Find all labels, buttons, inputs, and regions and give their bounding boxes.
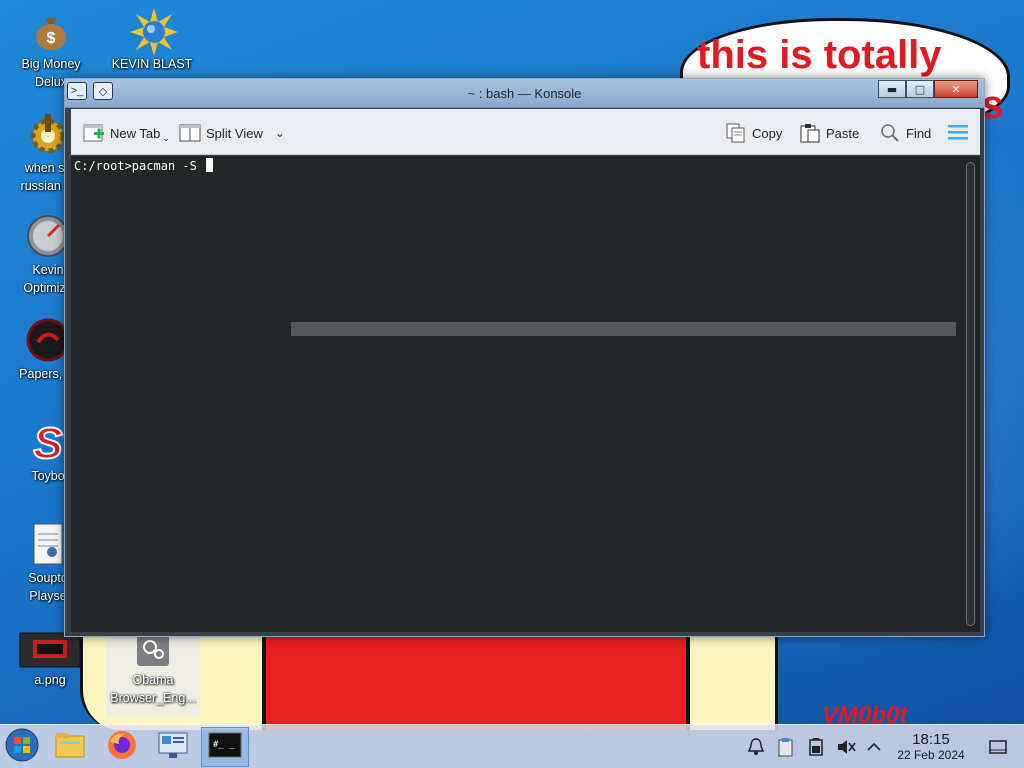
new-tab-icon [83, 123, 105, 143]
paste-label: Paste [826, 125, 860, 141]
desktop-icon-obama-browser[interactable]: Obama Browser_Eng... [106, 628, 200, 716]
clock-time: 18:15 [912, 731, 950, 748]
file-manager-icon [55, 731, 85, 764]
minimize-button[interactable]: ▬ [878, 80, 906, 98]
globe-burst-icon [130, 8, 178, 56]
start-button[interactable] [4, 728, 40, 767]
svg-text:S: S [33, 420, 62, 464]
new-tab-button[interactable]: New Tab ⌄ [83, 121, 170, 145]
svg-text:#_ _: #_ _ [213, 740, 235, 750]
close-button[interactable]: ✕ [934, 80, 978, 98]
copy-icon [725, 123, 747, 143]
text-cursor [206, 158, 214, 172]
desktop-icon-label: KEVIN BLAST [111, 57, 193, 71]
terminal-scrollbar[interactable] [966, 162, 975, 626]
split-view-icon [179, 123, 201, 143]
paste-icon [799, 123, 821, 143]
taskbar-file-manager[interactable] [52, 729, 88, 765]
copy-label: Copy [752, 125, 783, 141]
window-titlebar[interactable]: >_ ◇ ~ : bash — Konsole ▬ □ ✕ [65, 79, 984, 108]
start-orb-icon [5, 728, 39, 767]
image-file-icon [19, 632, 81, 668]
find-button[interactable]: Find [879, 121, 931, 145]
money-bag-icon: $ [29, 8, 73, 52]
taskbar-clock[interactable]: 18:15 22 Feb 2024 [886, 731, 976, 763]
wallpaper-drawing-red [262, 630, 690, 730]
search-icon [879, 123, 901, 143]
new-tab-label: New Tab [110, 125, 161, 141]
clock-date: 22 Feb 2024 [897, 748, 965, 762]
konsole-window[interactable]: >_ ◇ ~ : bash — Konsole ▬ □ ✕ New Tab ⌄ [64, 78, 985, 637]
window-controls: ▬ □ ✕ [878, 80, 978, 98]
battery-icon[interactable] [806, 737, 826, 757]
taskbar-konsole[interactable]: #_ _ [201, 727, 249, 767]
system-settings-icon [157, 730, 189, 765]
svg-text:$: $ [47, 30, 56, 47]
paste-button[interactable]: Paste [799, 121, 859, 145]
desktop: this is totally windows 7 guys VM0b0t $ … [0, 0, 1024, 768]
terminal-overlay-bar [291, 322, 956, 336]
split-view-label: Split View [206, 125, 263, 141]
konsole-toolbar: New Tab ⌄ Split View ⌄ Copy Paste Find [71, 109, 980, 155]
volume-muted-icon[interactable] [836, 737, 856, 757]
find-label: Find [906, 125, 932, 141]
split-view-button[interactable]: Split View ⌄ [179, 121, 285, 145]
chevron-down-icon[interactable]: ⌄ [275, 126, 285, 140]
clipboard-icon[interactable] [776, 737, 796, 757]
window-title: ~ : bash — Konsole [467, 86, 582, 101]
terminal-area[interactable]: C:/root>pacman -S [71, 156, 980, 632]
desktop-icon-a-png[interactable]: a.png [0, 632, 100, 689]
new-tab-dropdown-icon: ⌄ [162, 132, 170, 143]
taskbar: #_ _ 18:15 22 Feb 2024 [0, 724, 1024, 768]
desktop-icon-label: Obama Browser_Eng... [110, 673, 196, 705]
hamburger-menu-button[interactable] [947, 121, 969, 145]
desktop-icon-kevin-blast[interactable]: KEVIN BLAST [102, 8, 202, 73]
hamburger-menu-icon [947, 123, 969, 144]
taskbar-system-settings[interactable] [155, 729, 191, 765]
chevron-up-icon[interactable] [864, 737, 884, 757]
notifications-icon[interactable] [746, 737, 766, 757]
maximize-button[interactable]: □ [906, 80, 934, 98]
terminal-prompt: C:/root>pacman -S [74, 158, 214, 174]
taskbar-firefox[interactable] [104, 729, 140, 765]
app-settings-icon [135, 632, 171, 668]
desktop-icon-label: a.png [34, 673, 66, 687]
firefox-icon [107, 730, 137, 765]
wallpaper-drawing-right [690, 630, 778, 730]
terminal-command: C:/root>pacman -S [74, 159, 205, 173]
konsole-icon: #_ _ [208, 731, 242, 764]
show-desktop-icon[interactable] [988, 737, 1008, 757]
copy-button[interactable]: Copy [725, 121, 782, 145]
